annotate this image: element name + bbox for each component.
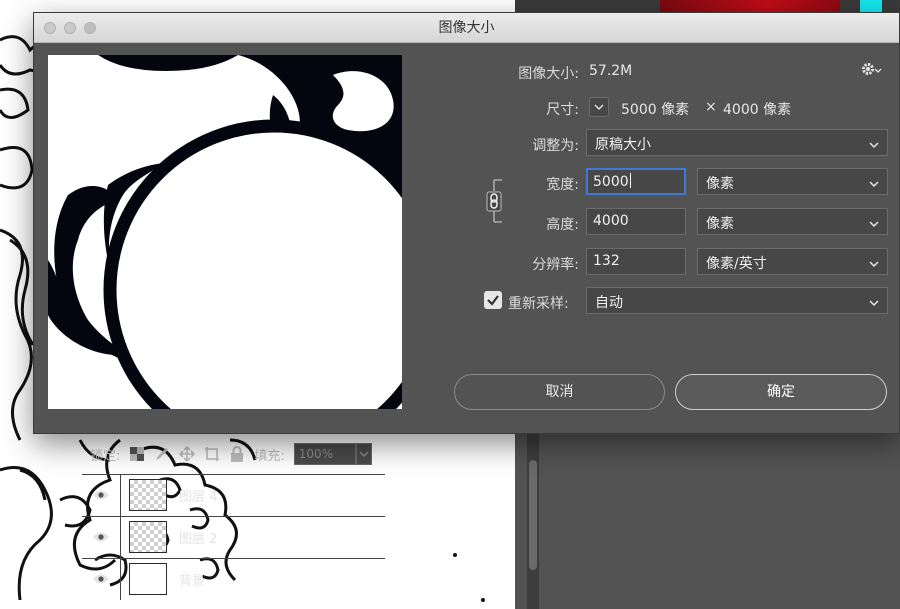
- fit-to-select[interactable]: 原稿大小: [586, 129, 888, 156]
- eye-icon[interactable]: [82, 489, 120, 501]
- chevron-down-icon: [868, 138, 880, 154]
- fit-to-value: 原稿大小: [595, 137, 651, 153]
- width-label: 宽度:: [546, 177, 579, 193]
- fill-dropdown-button[interactable]: [355, 443, 372, 465]
- layer-thumbnail[interactable]: [129, 521, 167, 553]
- width-value: 5000: [593, 174, 629, 190]
- chevron-down-icon: [868, 217, 880, 233]
- scrollbar-thumb[interactable]: [529, 460, 537, 570]
- resolution-unit-value: 像素/英寸: [706, 256, 767, 272]
- preview-artwork: [48, 55, 402, 409]
- resample-label: 重新采样:: [508, 296, 569, 312]
- chevron-down-icon: [868, 177, 880, 193]
- checkmark-icon: [487, 295, 499, 306]
- brush-icon[interactable]: [154, 446, 170, 462]
- dialog-titlebar[interactable]: 图像大小: [34, 13, 899, 43]
- eye-icon[interactable]: [82, 573, 120, 585]
- resolution-unit-select[interactable]: 像素/英寸: [697, 248, 888, 275]
- width-unit-select[interactable]: 像素: [697, 168, 888, 195]
- resample-select[interactable]: 自动: [586, 287, 888, 314]
- panel-scrollbar[interactable]: [527, 430, 539, 609]
- chevron-down-icon: [868, 296, 880, 312]
- width-input[interactable]: 5000: [586, 168, 686, 195]
- layer-name[interactable]: 图层 2: [179, 528, 217, 547]
- lock-label: 锁定:: [90, 448, 121, 464]
- move-icon[interactable]: [179, 446, 195, 462]
- image-size-dialog: 图像大小 图像大小: 57.2M 尺寸: 5000 像素 × 4000 像素 调…: [33, 12, 900, 434]
- resample-checkbox[interactable]: [484, 291, 502, 309]
- image-preview[interactable]: [48, 55, 402, 409]
- fill-input[interactable]: 100%: [293, 443, 356, 465]
- eye-icon[interactable]: [82, 531, 120, 543]
- height-unit-select[interactable]: 像素: [697, 208, 888, 235]
- layer-thumbnail[interactable]: [129, 563, 167, 595]
- layer-thumbnail[interactable]: [129, 479, 167, 511]
- transparency-lock-icon[interactable]: [129, 446, 145, 462]
- lock-icon[interactable]: [229, 446, 245, 462]
- dialog-title: 图像大小: [438, 20, 495, 36]
- lock-row: 锁定: 填充: 100%: [82, 440, 385, 468]
- dimensions-label: 尺寸:: [546, 102, 579, 118]
- crop-icon[interactable]: [204, 446, 220, 462]
- gear-icon[interactable]: [860, 61, 882, 81]
- layer-row[interactable]: 背景: [82, 558, 385, 600]
- cancel-button[interactable]: 取消: [454, 374, 665, 410]
- fit-to-label: 调整为:: [532, 138, 579, 154]
- resample-value: 自动: [595, 295, 623, 311]
- dimensions-separator: ×: [705, 99, 717, 115]
- resolution-label: 分辨率:: [532, 257, 579, 273]
- height-label: 高度:: [546, 217, 579, 233]
- fill-label: 填充:: [254, 448, 285, 464]
- image-size-value: 57.2M: [589, 63, 633, 79]
- layer-name[interactable]: 背景: [179, 570, 205, 589]
- dimensions-width: 5000 像素: [621, 102, 690, 118]
- image-size-label: 图像大小:: [518, 66, 579, 82]
- ok-button[interactable]: 确定: [675, 374, 887, 410]
- dimensions-unit-dropdown[interactable]: [589, 97, 609, 117]
- height-unit-value: 像素: [706, 216, 734, 232]
- width-unit-value: 像素: [706, 176, 734, 192]
- chevron-down-icon: [868, 257, 880, 273]
- layer-name[interactable]: 图层 4: [179, 486, 217, 505]
- height-input[interactable]: 4000: [586, 208, 686, 235]
- resolution-input[interactable]: 132: [586, 248, 686, 275]
- layer-row[interactable]: 图层 4: [82, 474, 385, 516]
- dimensions-height: 4000 像素: [723, 102, 792, 118]
- layer-row[interactable]: 图层 2: [82, 516, 385, 558]
